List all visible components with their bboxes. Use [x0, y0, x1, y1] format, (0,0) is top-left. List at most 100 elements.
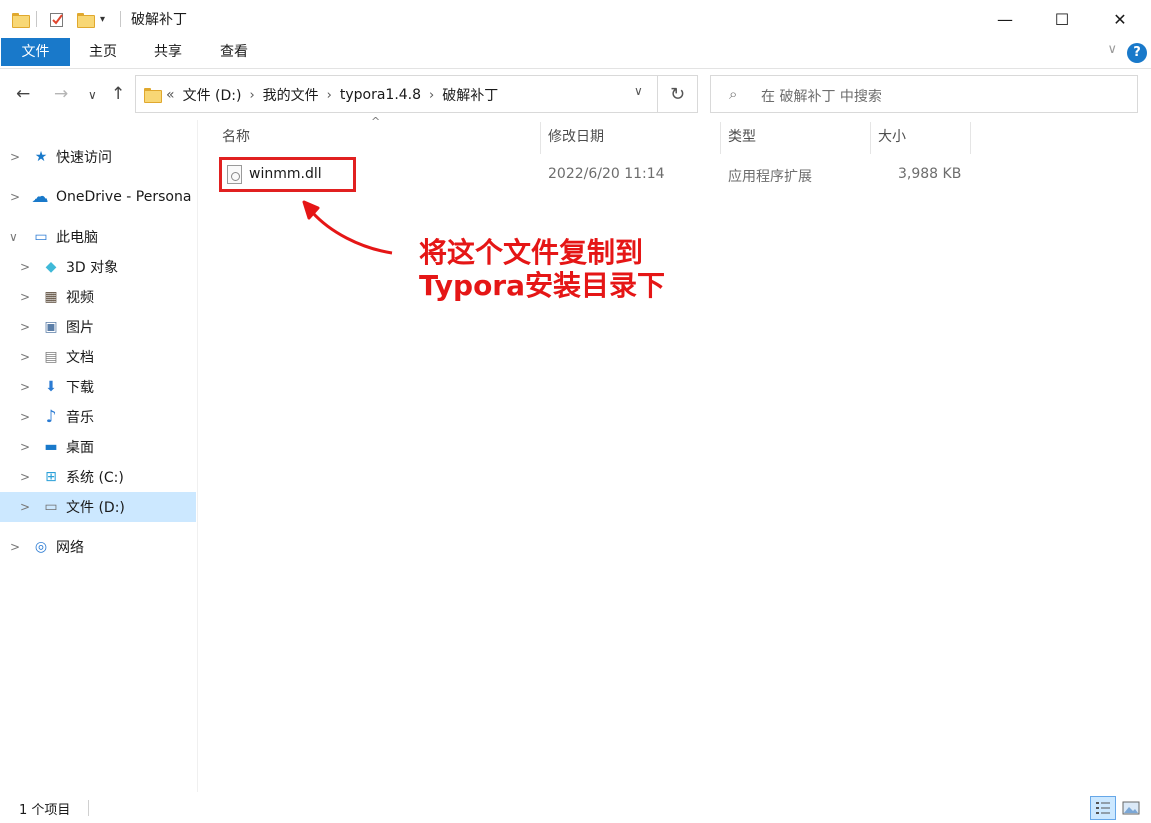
- sidebar-item-label: 图片: [66, 320, 94, 336]
- column-header-size[interactable]: 大小: [878, 120, 906, 154]
- column-header-type[interactable]: 类型: [728, 120, 756, 154]
- column-header-name[interactable]: 名称: [222, 120, 250, 154]
- chevron-right-icon[interactable]: ›: [327, 88, 332, 103]
- chevron-right-icon: >: [20, 410, 31, 424]
- sidebar-item-label: 文件 (D:): [66, 500, 125, 516]
- tab-file[interactable]: 文件: [1, 38, 70, 66]
- close-button[interactable]: ✕: [1091, 0, 1149, 38]
- sidebar-item-label: 桌面: [66, 440, 94, 456]
- sidebar-item-videos[interactable]: > ▦ 视频: [0, 282, 196, 312]
- network-icon: ◎: [34, 539, 48, 555]
- highlight-box: [219, 157, 356, 192]
- properties-checkbox-icon[interactable]: [49, 9, 65, 29]
- chevron-right-icon[interactable]: ›: [429, 88, 434, 103]
- column-divider[interactable]: [540, 122, 541, 154]
- forward-button[interactable]: →: [54, 84, 68, 104]
- status-bar: 1 个项目: [0, 792, 1151, 823]
- chevron-right-icon: >: [20, 320, 31, 334]
- cube-icon: ◆: [45, 259, 57, 275]
- desktop-icon: ▬: [44, 439, 58, 455]
- maximize-button[interactable]: ☐: [1033, 0, 1091, 38]
- chevron-right-icon: >: [20, 350, 31, 364]
- annotation-line: Typora安装目录下: [419, 269, 666, 302]
- expand-ribbon-icon[interactable]: ∨: [1107, 42, 1117, 57]
- chevron-right-icon: >: [10, 150, 21, 164]
- up-button[interactable]: ↑: [111, 84, 125, 104]
- column-divider[interactable]: [720, 122, 721, 154]
- sidebar-item-label: 音乐: [66, 410, 94, 426]
- sidebar-item-label: 系统 (C:): [66, 470, 124, 486]
- folder-icon: [12, 9, 30, 29]
- large-icons-view-button[interactable]: [1118, 796, 1144, 820]
- annotation-text: 将这个文件复制到 Typora安装目录下: [419, 236, 665, 302]
- tab-view[interactable]: 查看: [206, 38, 262, 66]
- sidebar-item-drive-c[interactable]: > ⊞ 系统 (C:): [0, 462, 196, 492]
- search-input[interactable]: 在 破解补丁 中搜索: [761, 86, 882, 106]
- picture-icon: ▣: [44, 319, 58, 335]
- chevron-right-icon: >: [20, 500, 31, 514]
- navigation-pane: > ★ 快速访问 > ☁ OneDrive - Persona ∨ ▭ 此电脑 …: [0, 120, 198, 792]
- chevron-right-icon: >: [20, 380, 31, 394]
- computer-icon: ▭: [34, 229, 48, 245]
- star-icon: ★: [34, 149, 48, 165]
- details-view-button[interactable]: [1090, 796, 1116, 820]
- minimize-button[interactable]: —: [976, 0, 1034, 38]
- folder-icon: [144, 88, 162, 103]
- breadcrumb-overflow-button[interactable]: «: [166, 87, 175, 103]
- sidebar-item-music[interactable]: > ♪ 音乐: [0, 402, 196, 432]
- chevron-right-icon: >: [20, 260, 31, 274]
- sidebar-item-downloads[interactable]: > ⬇ 下载: [0, 372, 196, 402]
- sidebar-item-3d-objects[interactable]: > ◆ 3D 对象: [0, 252, 196, 282]
- back-button[interactable]: ←: [16, 84, 30, 104]
- divider: [36, 11, 37, 27]
- sidebar-item-this-pc[interactable]: ∨ ▭ 此电脑: [0, 222, 196, 252]
- sidebar-item-label: 下载: [66, 380, 94, 396]
- address-dropdown-icon[interactable]: ∨: [634, 84, 643, 98]
- sidebar-item-onedrive[interactable]: > ☁ OneDrive - Persona: [0, 182, 196, 212]
- file-type: 应用程序扩展: [728, 169, 812, 185]
- breadcrumb-item[interactable]: 文件 (D:): [183, 85, 242, 105]
- large-icons-view-icon: [1122, 801, 1140, 815]
- sidebar-item-quick-access[interactable]: > ★ 快速访问: [0, 142, 196, 172]
- tab-share[interactable]: 共享: [140, 38, 196, 66]
- address-bar[interactable]: « 文件 (D:) › 我的文件 › typora1.4.8 › 破解补丁: [135, 75, 658, 113]
- customize-quick-access-icon[interactable]: ▾: [100, 9, 105, 29]
- cloud-icon: ☁: [31, 187, 49, 207]
- chevron-right-icon: >: [10, 190, 21, 204]
- recent-locations-button[interactable]: ∨: [88, 88, 97, 102]
- column-header-modified[interactable]: 修改日期: [548, 120, 604, 154]
- divider: [120, 11, 121, 27]
- sidebar-item-label: 3D 对象: [66, 260, 119, 276]
- annotation-line: 将这个文件复制到: [419, 236, 644, 269]
- ribbon-tabs: 文件 主页 共享 查看 ∨ ?: [0, 38, 1151, 69]
- details-view-icon: [1096, 802, 1110, 814]
- breadcrumb-item[interactable]: typora1.4.8: [340, 87, 421, 103]
- sidebar-item-network[interactable]: > ◎ 网络: [0, 532, 196, 562]
- search-box[interactable]: ⌕ 在 破解补丁 中搜索: [710, 75, 1138, 113]
- chevron-right-icon[interactable]: ›: [249, 88, 254, 103]
- file-size: 3,988 KB: [898, 166, 962, 182]
- column-divider[interactable]: [970, 122, 971, 154]
- sort-ascending-icon: ^: [371, 115, 381, 128]
- new-folder-icon[interactable]: [77, 9, 95, 29]
- download-icon: ⬇: [45, 379, 57, 395]
- help-icon[interactable]: ?: [1127, 43, 1147, 63]
- sidebar-item-documents[interactable]: > ▤ 文档: [0, 342, 196, 372]
- tab-home[interactable]: 主页: [76, 38, 130, 66]
- sidebar-item-pictures[interactable]: > ▣ 图片: [0, 312, 196, 342]
- chevron-right-icon: >: [20, 440, 31, 454]
- sidebar-item-drive-d[interactable]: > ▭ 文件 (D:): [0, 492, 196, 522]
- divider: [88, 800, 89, 816]
- window-title: 破解补丁: [131, 12, 187, 28]
- sidebar-item-desktop[interactable]: > ▬ 桌面: [0, 432, 196, 462]
- breadcrumb-item[interactable]: 破解补丁: [442, 85, 498, 105]
- title-bar: ▾ 破解补丁 — ☐ ✕: [0, 0, 1151, 38]
- sidebar-item-label: 此电脑: [56, 230, 98, 246]
- chevron-right-icon: >: [20, 470, 31, 484]
- column-divider[interactable]: [870, 122, 871, 154]
- breadcrumb-item[interactable]: 我的文件: [263, 85, 319, 105]
- sidebar-item-label: OneDrive - Persona: [56, 189, 192, 205]
- navigation-bar: ← → ∨ ↑ « 文件 (D:) › 我的文件 › typora1.4.8 ›…: [0, 70, 1151, 120]
- refresh-button[interactable]: ↻: [658, 75, 698, 113]
- film-icon: ▦: [44, 289, 58, 305]
